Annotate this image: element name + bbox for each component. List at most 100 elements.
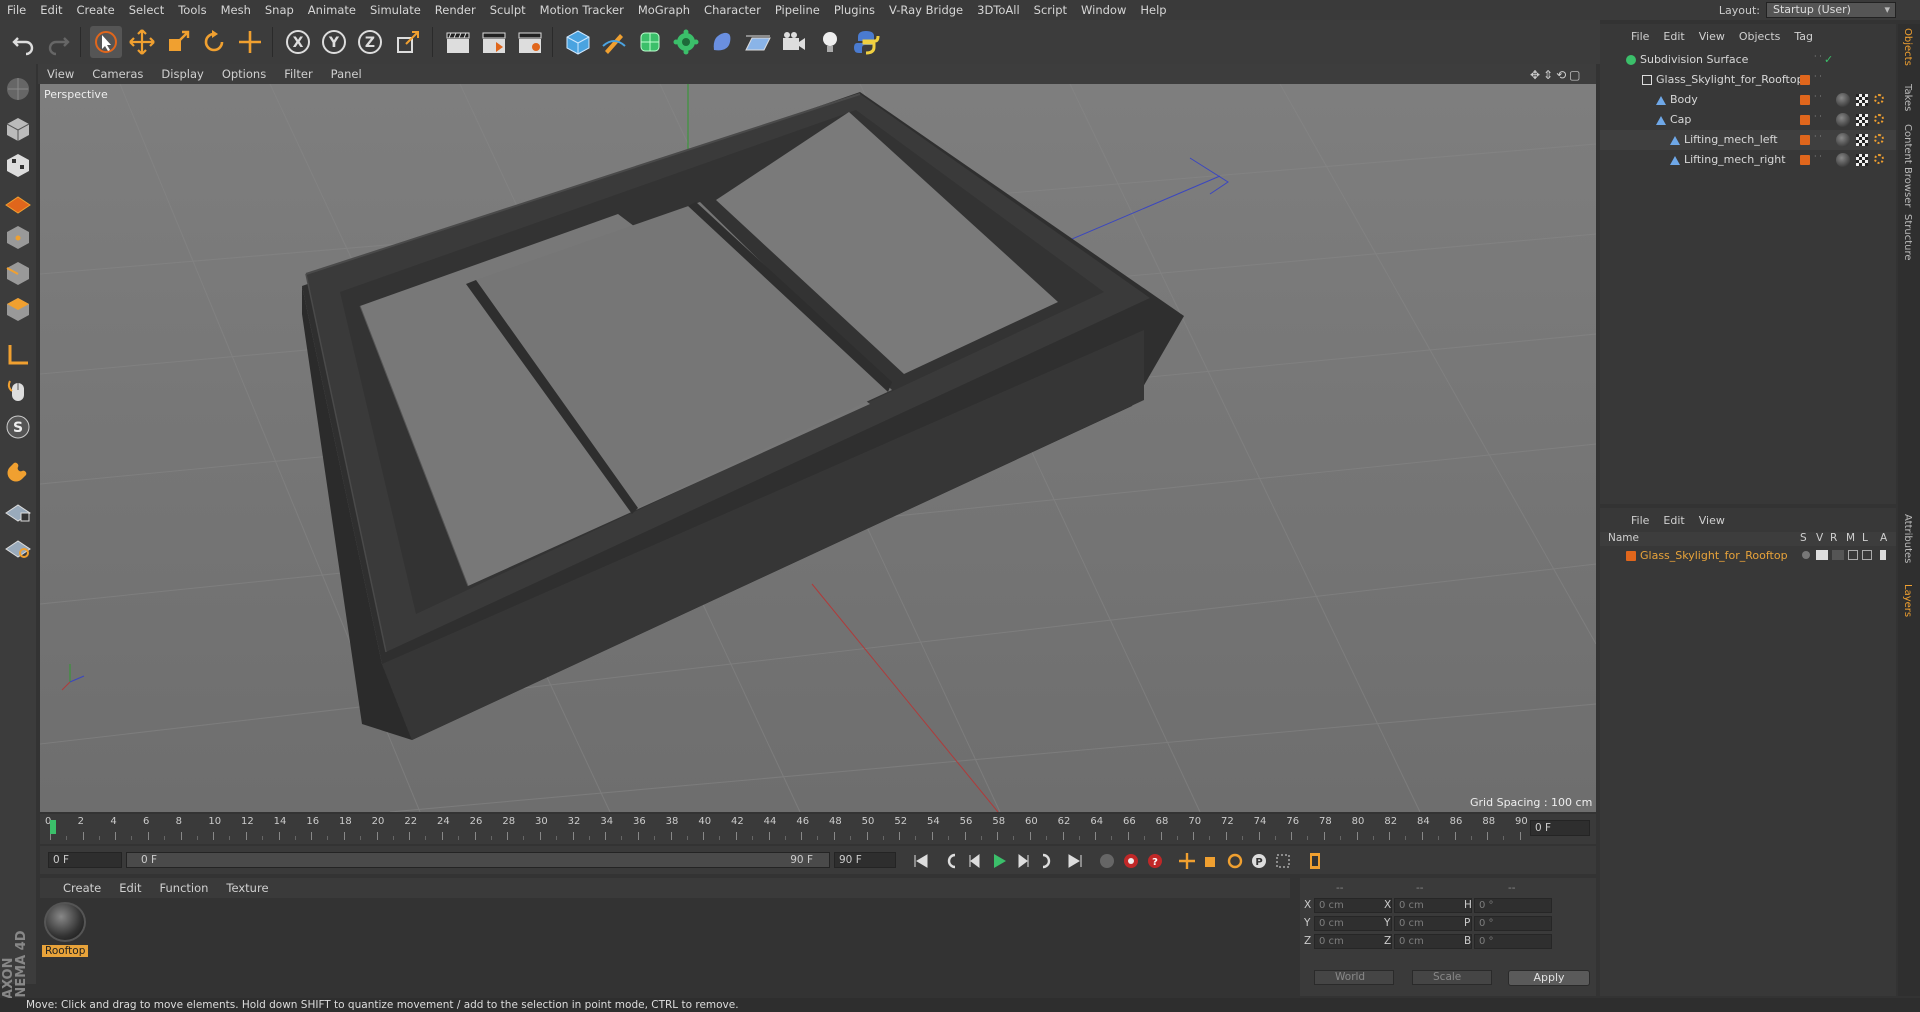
objects-menu-objects[interactable]: Objects — [1732, 30, 1788, 43]
menu-window[interactable]: Window — [1074, 0, 1133, 20]
checker-tag-icon[interactable] — [1856, 154, 1868, 166]
edge-mode-button[interactable] — [3, 258, 33, 288]
material-tag-icon[interactable] — [1836, 133, 1850, 147]
cloner-button[interactable] — [670, 26, 702, 58]
object-row-glass-skylight-for-rooftop[interactable]: Glass_Skylight_for_Rooftop · · — [1600, 70, 1896, 90]
layer-solo-toggle[interactable] — [1802, 551, 1810, 559]
pen-spline-button[interactable] — [598, 26, 630, 58]
point-mode-button[interactable] — [3, 222, 33, 252]
texture-mode-button[interactable] — [3, 150, 33, 180]
planar-workplane-button[interactable] — [3, 532, 33, 562]
viewport-nav-icons[interactable]: ✥⇕⟲▢ — [1530, 68, 1584, 82]
previous-key-button[interactable] — [940, 851, 962, 871]
menu-create[interactable]: Create — [70, 0, 122, 20]
menu-mograph[interactable]: MoGraph — [631, 0, 697, 20]
visibility-dots[interactable]: · · — [1814, 73, 1822, 81]
phong-tag-icon[interactable] — [1874, 94, 1884, 104]
start-frame-field[interactable]: 0 F — [48, 852, 122, 868]
menu-snap[interactable]: Snap — [258, 0, 301, 20]
checker-tag-icon[interactable] — [1856, 94, 1868, 106]
object-row-lifting-mech-right[interactable]: Lifting_mech_right · · — [1600, 150, 1896, 170]
objects-menu-tag[interactable]: Tag — [1787, 30, 1820, 43]
polygon-mode-button[interactable] — [3, 294, 33, 324]
axis-mode-button[interactable] — [3, 340, 33, 370]
layer-manager-toggle[interactable] — [1848, 550, 1858, 560]
coordinate-system-button[interactable] — [392, 26, 424, 58]
object-name[interactable]: Body — [1670, 90, 1698, 110]
perspective-viewport[interactable] — [40, 84, 1596, 812]
layer-render-toggle[interactable] — [1832, 550, 1844, 560]
coord-a-field[interactable]: 0 cm — [1314, 934, 1392, 949]
point-level-key-button[interactable] — [1272, 851, 1294, 871]
menu-character[interactable]: Character — [697, 0, 768, 20]
keyframe-selection-button[interactable]: ? — [1144, 851, 1166, 871]
visibility-dots[interactable]: · · — [1814, 113, 1822, 121]
objects-menu-file[interactable]: File — [1624, 30, 1656, 43]
deformer-button[interactable] — [706, 26, 738, 58]
phong-tag-icon[interactable] — [1874, 154, 1884, 164]
coord-a-field[interactable]: 0 cm — [1314, 898, 1392, 913]
layer-tag-icon[interactable] — [1800, 95, 1810, 105]
menu-pipeline[interactable]: Pipeline — [768, 0, 827, 20]
menu-file[interactable]: File — [0, 0, 33, 20]
side-tab-takes[interactable]: Takes — [1902, 84, 1913, 111]
menu-script[interactable]: Script — [1027, 0, 1074, 20]
undo-button[interactable] — [8, 26, 40, 58]
viewport-menu-panel[interactable]: Panel — [322, 67, 371, 81]
next-frame-button[interactable] — [1012, 851, 1034, 871]
coord-a-field[interactable]: 0 cm — [1314, 916, 1392, 931]
side-tab-layers[interactable]: Layers — [1902, 584, 1913, 617]
world-dropdown[interactable]: World — [1314, 970, 1394, 985]
viewport-menu-filter[interactable]: Filter — [275, 67, 321, 81]
layer-visible-toggle[interactable] — [1816, 550, 1828, 560]
layer-animation-toggle[interactable] — [1880, 550, 1886, 560]
playhead[interactable] — [50, 820, 56, 834]
menu-simulate[interactable]: Simulate — [363, 0, 428, 20]
visibility-dots[interactable]: · · — [1814, 133, 1822, 141]
go-to-start-button[interactable] — [910, 851, 932, 871]
layout-dropdown[interactable]: Startup (User) — [1766, 2, 1896, 18]
material-menu-create[interactable]: Create — [54, 881, 110, 895]
python-button[interactable] — [850, 26, 882, 58]
floor-button[interactable] — [742, 26, 774, 58]
z-axis-lock-button[interactable]: Z — [354, 26, 386, 58]
parameter-key-button[interactable]: P — [1248, 851, 1270, 871]
make-editable-button[interactable] — [3, 74, 33, 104]
record-keys-button[interactable] — [1096, 851, 1118, 871]
phong-tag-icon[interactable] — [1874, 114, 1884, 124]
object-name[interactable]: Subdivision Surface — [1640, 50, 1748, 70]
viewport-menu-display[interactable]: Display — [152, 67, 212, 81]
object-row-lifting-mech-left[interactable]: Lifting_mech_left · · — [1600, 130, 1896, 150]
coord-b-field[interactable]: 0 cm — [1394, 898, 1472, 913]
material-name-label[interactable]: Rooftop — [42, 945, 89, 957]
locked-workplane-button[interactable] — [3, 496, 33, 526]
rotate-tool-button[interactable] — [198, 26, 230, 58]
tweak-mode-button[interactable] — [3, 376, 33, 406]
coord-c-field[interactable]: 0 ° — [1474, 934, 1552, 949]
checker-tag-icon[interactable] — [1856, 114, 1868, 126]
menu-select[interactable]: Select — [122, 0, 171, 20]
next-key-button[interactable] — [1036, 851, 1058, 871]
layer-name[interactable]: Glass_Skylight_for_Rooftop — [1640, 549, 1788, 562]
rotation-key-button[interactable] — [1224, 851, 1246, 871]
render-view-button[interactable] — [442, 26, 474, 58]
redo-button[interactable] — [42, 26, 74, 58]
material-menu-function[interactable]: Function — [151, 881, 218, 895]
layers-menu-file[interactable]: File — [1624, 514, 1656, 527]
position-key-button[interactable] — [1176, 851, 1198, 871]
viewport-menu-cameras[interactable]: Cameras — [83, 67, 152, 81]
apply-button[interactable]: Apply — [1508, 970, 1590, 986]
side-tab-attributes[interactable]: Attributes — [1902, 514, 1913, 563]
menu-render[interactable]: Render — [428, 0, 483, 20]
solo-button[interactable]: S — [3, 412, 33, 442]
viewport-menu-options[interactable]: Options — [213, 67, 275, 81]
y-axis-lock-button[interactable]: Y — [318, 26, 350, 58]
phong-tag-icon[interactable] — [1874, 134, 1884, 144]
layer-tag-icon[interactable] — [1800, 75, 1810, 85]
layer-lock-toggle[interactable] — [1862, 550, 1872, 560]
object-name[interactable]: Lifting_mech_right — [1684, 150, 1786, 170]
current-frame-field[interactable]: 0 F — [1530, 820, 1590, 836]
render-to-picture-viewer-button[interactable] — [478, 26, 510, 58]
play-button[interactable] — [988, 851, 1010, 871]
transform-tool-button[interactable] — [234, 26, 266, 58]
